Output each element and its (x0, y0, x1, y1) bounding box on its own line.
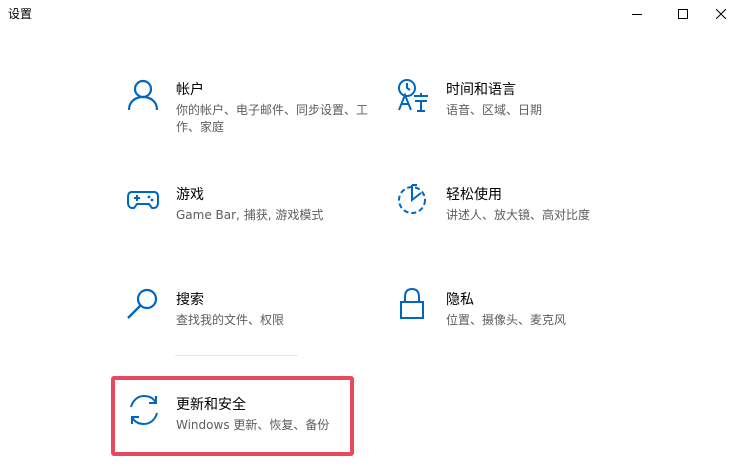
tile-title: 更新和安全 (176, 397, 246, 413)
title-bar: 设置 (0, 0, 744, 28)
tile-search[interactable]: 搜索 查找我的文件、权限 (127, 288, 367, 358)
settings-window: 设置 帐户 你的帐户、电子邮件、同步设置、工作、家庭 时间和语言 语音、区域、日… (0, 0, 744, 473)
minimize-button[interactable] (614, 0, 660, 28)
tile-gaming[interactable]: 游戏 Game Bar, 捕获, 游戏模式 (127, 183, 367, 253)
person-icon (127, 78, 163, 114)
tile-title: 隐私 (446, 292, 474, 308)
divider (175, 355, 298, 356)
tile-title: 轻松使用 (446, 187, 502, 203)
tile-title: 游戏 (176, 187, 204, 203)
tile-description: 位置、摄像头、麦克风 (446, 313, 567, 327)
tile-description: 你的帐户、电子邮件、同步设置、工作、家庭 (176, 103, 369, 134)
tile-privacy[interactable]: 隐私 位置、摄像头、麦克风 (397, 288, 637, 358)
tile-accounts[interactable]: 帐户 你的帐户、电子邮件、同步设置、工作、家庭 (127, 78, 368, 148)
window-title: 设置 (8, 7, 33, 21)
close-button[interactable] (698, 0, 744, 28)
tile-description: Windows 更新、恢复、备份 (176, 418, 330, 432)
tile-title: 帐户 (176, 82, 204, 98)
gamepad-icon (127, 183, 163, 219)
tile-update-security[interactable]: 更新和安全 Windows 更新、恢复、备份 (127, 393, 367, 463)
tile-time-language[interactable]: 时间和语言 语音、区域、日期 (397, 78, 637, 148)
tile-description: 讲述人、放大镜、高对比度 (446, 208, 591, 222)
tile-description: 查找我的文件、权限 (176, 313, 285, 327)
tile-ease-of-access[interactable]: 轻松使用 讲述人、放大镜、高对比度 (397, 183, 637, 253)
tile-title: 时间和语言 (446, 82, 516, 98)
tile-title: 搜索 (176, 292, 204, 308)
maximize-icon (678, 9, 688, 19)
time-language-icon (397, 78, 433, 114)
close-icon (716, 9, 726, 19)
search-icon (127, 288, 163, 324)
minimize-icon (632, 14, 642, 15)
tile-description: 语音、区域、日期 (446, 103, 543, 117)
sync-icon (127, 393, 163, 429)
ease-of-access-icon (397, 183, 433, 219)
lock-icon (397, 288, 433, 324)
tile-description: Game Bar, 捕获, 游戏模式 (176, 208, 324, 222)
